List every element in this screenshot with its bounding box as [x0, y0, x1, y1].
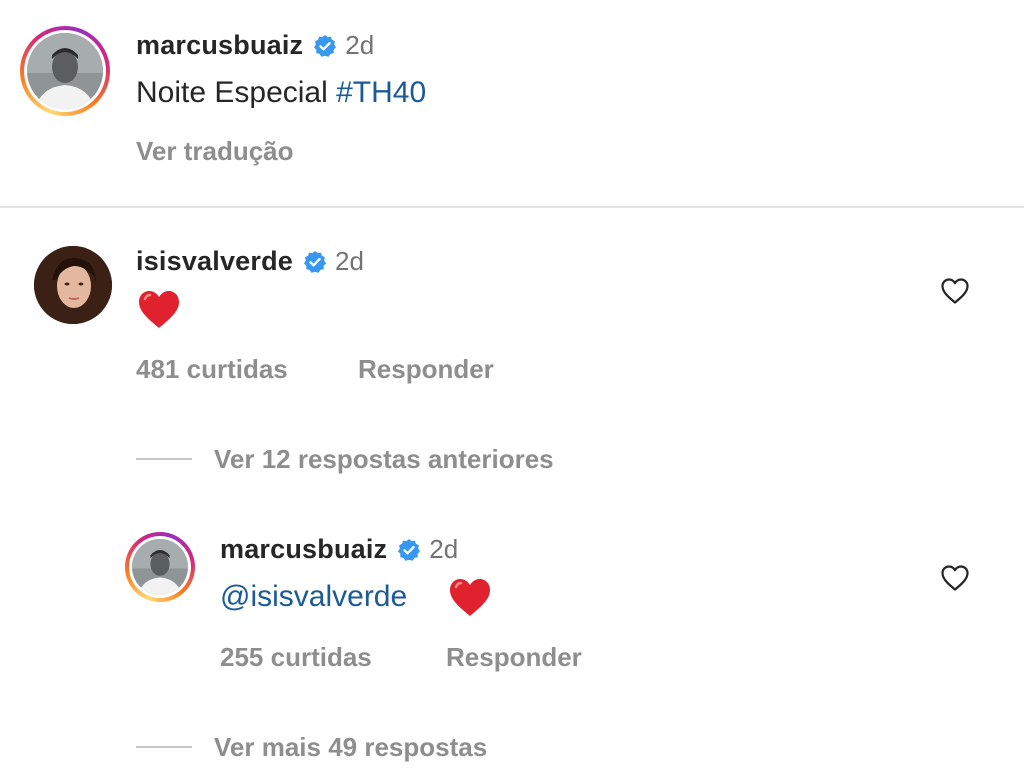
divider: [0, 206, 1024, 208]
verified-badge-icon: [304, 250, 327, 273]
timestamp: 2d: [429, 534, 459, 564]
caption-author[interactable]: marcusbuaiz 2d: [136, 30, 374, 61]
caption-body: Noite Especial: [136, 76, 337, 109]
reply-author[interactable]: marcusbuaiz 2d: [220, 534, 458, 565]
reply-button[interactable]: Responder: [446, 642, 582, 673]
mention-link[interactable]: @isisvalverde: [220, 580, 407, 613]
translate-link[interactable]: Ver tradução: [136, 136, 294, 167]
comment-author[interactable]: isisvalverde 2d: [136, 246, 364, 277]
red-heart-emoji-icon: [139, 291, 179, 328]
avatar[interactable]: [34, 246, 112, 324]
profile-photo: [132, 539, 188, 595]
username[interactable]: marcusbuaiz: [136, 30, 303, 61]
view-previous-replies-button[interactable]: Ver 12 respostas anteriores: [214, 444, 554, 475]
caption-text: Noite Especial #TH40: [136, 76, 426, 110]
hashtag-link[interactable]: #TH40: [336, 76, 426, 109]
red-heart-emoji-icon: [450, 579, 490, 616]
username[interactable]: isisvalverde: [136, 246, 293, 277]
reply-text: @isisvalverde: [220, 580, 407, 614]
view-more-replies-button[interactable]: Ver mais 49 respostas: [214, 732, 487, 763]
profile-photo: [27, 33, 103, 109]
verified-badge-icon: [314, 34, 337, 57]
reply-button[interactable]: Responder: [358, 354, 494, 385]
avatar[interactable]: [125, 532, 195, 602]
like-count[interactable]: 255 curtidas: [220, 642, 372, 673]
like-heart-icon[interactable]: [940, 277, 970, 305]
verified-badge-icon: [398, 538, 421, 561]
replies-divider-line: [136, 746, 192, 748]
like-count[interactable]: 481 curtidas: [136, 354, 288, 385]
timestamp: 2d: [345, 30, 375, 60]
username[interactable]: marcusbuaiz: [220, 534, 387, 565]
timestamp: 2d: [335, 246, 364, 276]
like-heart-icon[interactable]: [940, 564, 970, 592]
replies-divider-line: [136, 458, 192, 460]
avatar[interactable]: [20, 26, 110, 116]
